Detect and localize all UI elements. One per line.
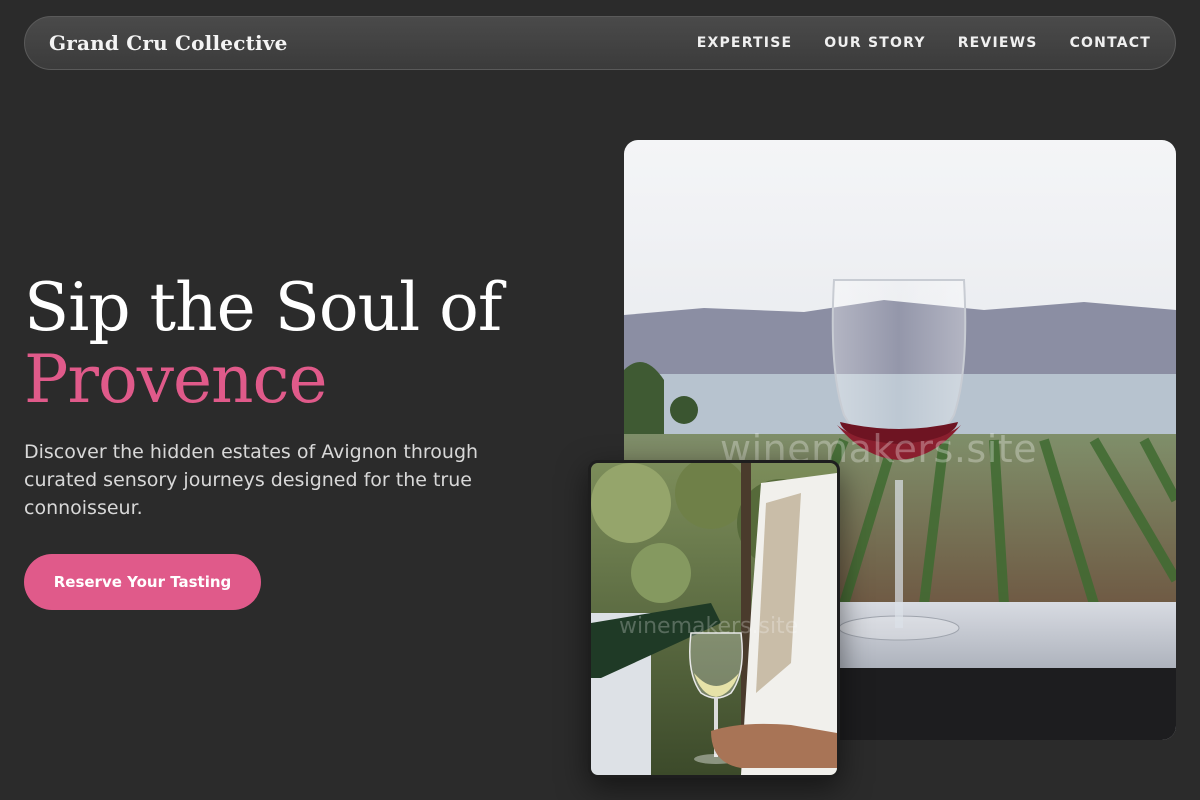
hero-subtitle: Discover the hidden estates of Avignon t… <box>24 441 479 519</box>
hero-title: Sip the Soul of Provence <box>24 269 502 418</box>
brand-logo[interactable]: Grand Cru Collective <box>49 31 288 55</box>
nav-link-reviews[interactable]: REVIEWS <box>958 35 1038 51</box>
nav-link-expertise[interactable]: EXPERTISE <box>697 35 793 51</box>
hero-title-accent: Provence <box>24 341 328 418</box>
pouring-wine-image: winemakers.site <box>588 460 840 778</box>
navbar: Grand Cru Collective EXPERTISE OUR STORY… <box>24 16 1176 70</box>
nav-link-contact[interactable]: CONTACT <box>1070 35 1151 51</box>
landing-page: Grand Cru Collective EXPERTISE OUR STORY… <box>0 0 1200 800</box>
hero-title-line1: Sip the Soul of <box>24 269 502 346</box>
reserve-tasting-button[interactable]: Reserve Your Tasting <box>24 554 261 610</box>
nav-link-our-story[interactable]: OUR STORY <box>824 35 925 51</box>
watermark-small: winemakers.site <box>619 614 798 639</box>
nav-links: EXPERTISE OUR STORY REVIEWS CONTACT <box>697 35 1151 51</box>
